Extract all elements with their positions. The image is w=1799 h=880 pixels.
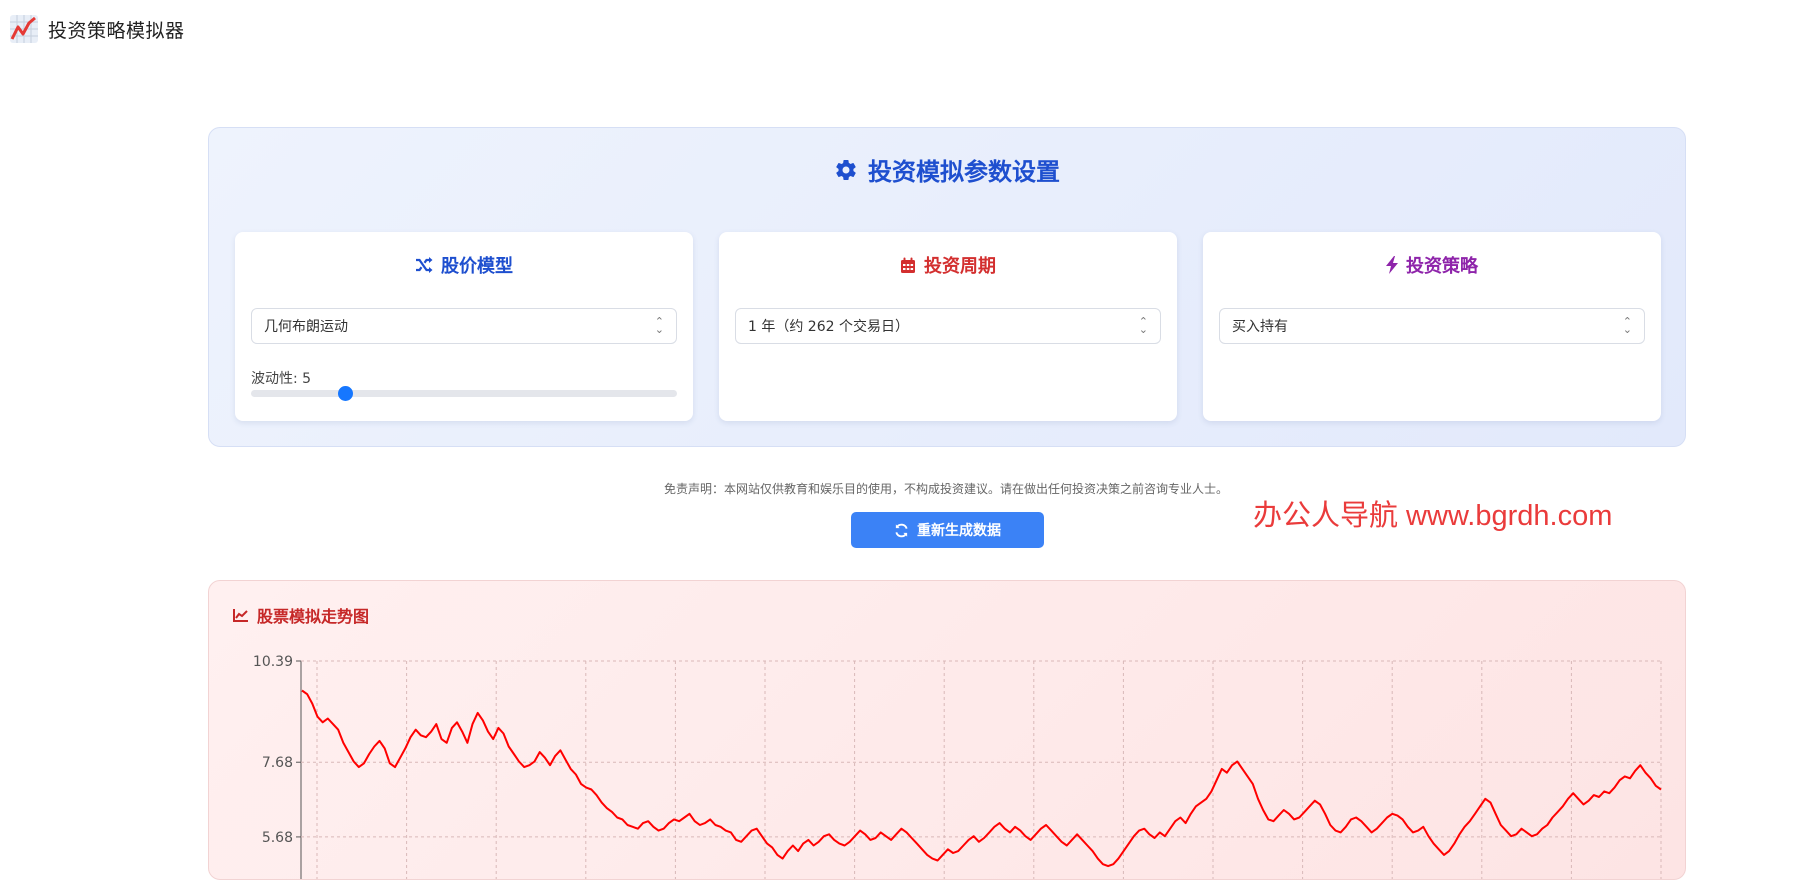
watermark-text: 办公人导航 www.bgrdh.com bbox=[1253, 500, 1613, 532]
app-header: 投资策略模拟器 bbox=[9, 14, 185, 44]
regenerate-button[interactable]: 重新生成数据 bbox=[851, 512, 1044, 548]
shuffle-icon bbox=[416, 257, 433, 273]
chart-panel: 股票模拟走势图 10.39 7.68 5.68 bbox=[208, 580, 1686, 880]
y-tick-label: 10.39 bbox=[253, 654, 293, 670]
volatility-label: 波动性: 5 bbox=[251, 371, 312, 387]
strategy-select[interactable]: 买入持有 ⌃ ⌄ bbox=[1219, 308, 1645, 344]
app-title: 投资策略模拟器 bbox=[48, 19, 185, 42]
period-title: 投资周期 bbox=[719, 252, 1177, 278]
price-series-line bbox=[301, 689, 1662, 868]
volatility-slider[interactable] bbox=[251, 386, 677, 401]
strategy-title: 投资策略 bbox=[1203, 252, 1661, 278]
stock-chart: 10.39 7.68 5.68 bbox=[253, 654, 1662, 879]
select-chevron-icon: ⌃ ⌄ bbox=[1622, 315, 1632, 336]
select-chevron-icon: ⌃ ⌄ bbox=[1138, 315, 1148, 336]
chart-line-icon bbox=[10, 15, 38, 43]
bolt-icon bbox=[1386, 256, 1398, 274]
strategy-title-label: 投资策略 bbox=[1406, 256, 1478, 277]
gear-icon bbox=[836, 159, 856, 180]
select-chevron-icon: ⌃ ⌄ bbox=[654, 315, 664, 336]
period-title-label: 投资周期 bbox=[924, 256, 996, 277]
y-tick-label: 5.68 bbox=[262, 830, 293, 846]
stock-model-title: 股价模型 bbox=[235, 252, 693, 278]
volatility-slider-thumb[interactable] bbox=[337, 386, 353, 401]
period-card: 投资周期 1 年（约 262 个交易日） ⌃ ⌄ bbox=[719, 232, 1177, 421]
stock-model-title-label: 股价模型 bbox=[441, 256, 513, 277]
settings-title-label: 投资模拟参数设置 bbox=[868, 158, 1060, 186]
stock-model-selected: 几何布朗运动 bbox=[264, 319, 348, 335]
settings-title: 投资模拟参数设置 bbox=[209, 152, 1685, 187]
settings-panel: 投资模拟参数设置 股价模型 几何布朗运动 ⌃ ⌄ 波动性: 5 投资周期 1 年… bbox=[208, 127, 1686, 447]
regenerate-button-label: 重新生成数据 bbox=[917, 523, 1001, 539]
period-select[interactable]: 1 年（约 262 个交易日） ⌃ ⌄ bbox=[735, 308, 1161, 344]
stock-model-card: 股价模型 几何布朗运动 ⌃ ⌄ 波动性: 5 bbox=[235, 232, 693, 421]
strategy-selected: 买入持有 bbox=[1232, 319, 1288, 335]
calendar-icon bbox=[901, 257, 915, 273]
stock-model-select[interactable]: 几何布朗运动 ⌃ ⌄ bbox=[251, 308, 677, 344]
refresh-icon bbox=[895, 523, 908, 537]
period-selected: 1 年（约 262 个交易日） bbox=[748, 319, 909, 335]
strategy-card: 投资策略 买入持有 ⌃ ⌄ bbox=[1203, 232, 1661, 421]
y-tick-label: 7.68 bbox=[262, 755, 293, 771]
